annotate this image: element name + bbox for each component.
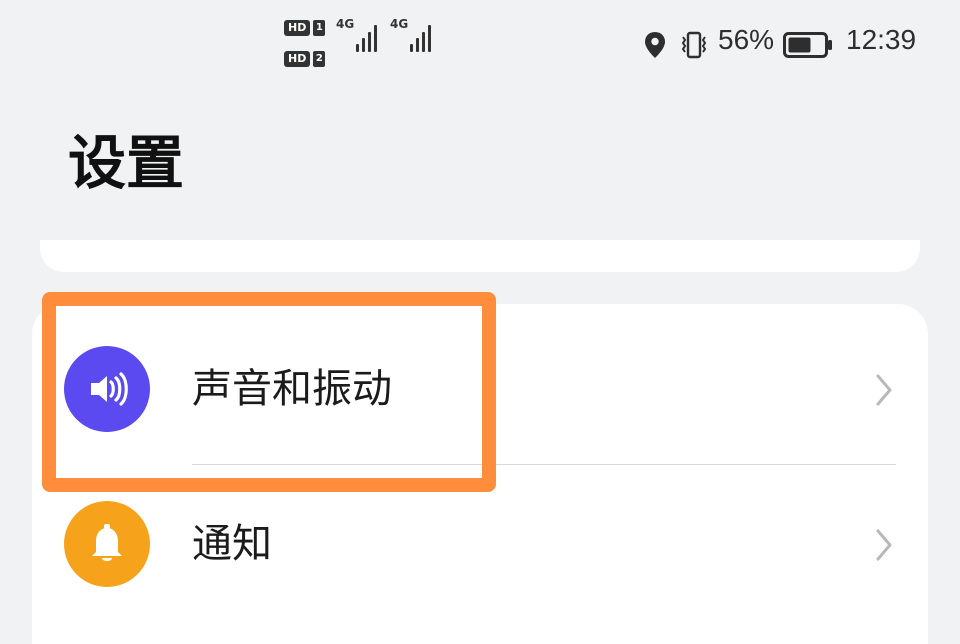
sim1-hd-row: HD 1 [284,20,326,36]
battery-percent-label: 56% [718,24,775,55]
clock: 12:39 [846,24,917,55]
sim-status-group: HD 1 HD 2 [284,20,332,70]
network-type-label-sim1: 4G [336,17,355,31]
signal-strength-icon-sim1 [356,18,378,52]
sim1-network-status: 4G [336,17,378,52]
settings-item-label-notifications: 通知 [192,521,272,567]
bell-icon [64,501,150,587]
status-bar: HD 1 HD 2 4G 4G 56% 12:39 [0,0,960,86]
battery-icon [783,31,833,59]
previous-settings-card [40,240,920,272]
speaker-icon [64,346,150,432]
settings-item-label-sound-and-vibration: 声音和振动 [192,366,392,412]
network-type-label-sim2: 4G [390,17,409,31]
settings-list-card: 声音和振动 通知 [32,304,928,644]
signal-strength-icon-sim2 [410,18,432,52]
hd-voice-badge-sim1: HD [284,20,311,36]
sim-slot-2-indicator: 2 [313,51,326,67]
page-title: 设置 [68,129,185,197]
chevron-right-icon [874,372,894,408]
hd-voice-badge-sim2: HD [284,51,311,67]
vibrate-icon [678,31,710,59]
sim2-hd-row: HD 2 [284,51,326,67]
location-icon [644,31,666,59]
sim2-network-status: 4G [390,17,432,52]
chevron-right-icon [874,527,894,563]
settings-item-sound-and-vibration[interactable]: 声音和振动 [32,314,928,465]
row-divider [192,464,896,465]
sim-slot-1-indicator: 1 [313,20,326,36]
settings-item-notifications[interactable]: 通知 [32,469,928,619]
